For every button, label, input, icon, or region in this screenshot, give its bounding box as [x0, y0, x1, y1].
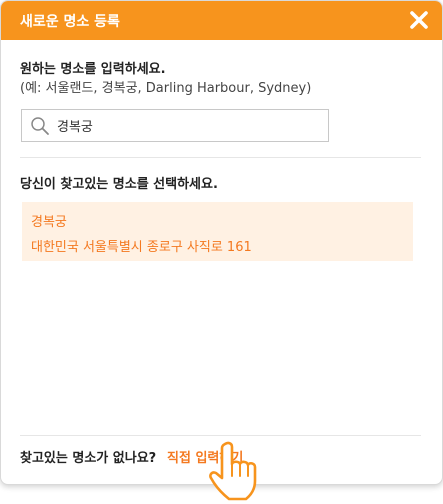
search-icon: [31, 117, 49, 135]
search-section-title: 원하는 명소를 입력하세요.: [20, 62, 166, 77]
modal-title: 새로운 명소 등록: [20, 14, 120, 30]
result-address: 대한민국 서울특별시 종로구 사직로 161: [31, 240, 252, 255]
modal-header: 새로운 명소 등록: [1, 1, 442, 40]
search-input[interactable]: [57, 110, 322, 141]
manual-input-link[interactable]: 직접 입력하기: [167, 447, 243, 466]
place-register-modal: 새로운 명소 등록 원하는 명소를 입력하세요. (예: 서울랜드, 경복궁, …: [0, 0, 443, 485]
section-divider: [20, 157, 421, 158]
results-section-title: 당신이 찾고있는 명소를 선택하세요.: [20, 177, 218, 192]
result-item[interactable]: 경복궁 대한민국 서울특별시 종로구 사직로 161: [22, 202, 413, 261]
footer-divider: [20, 435, 421, 436]
footer-question: 찾고있는 명소가 없나요?: [20, 451, 157, 466]
close-button[interactable]: [406, 7, 432, 33]
close-icon: [410, 11, 428, 29]
result-name: 경복궁: [31, 215, 67, 230]
search-box[interactable]: [21, 109, 329, 142]
search-example-text: (예: 서울랜드, 경복궁, Darling Harbour, Sydney): [20, 81, 312, 96]
